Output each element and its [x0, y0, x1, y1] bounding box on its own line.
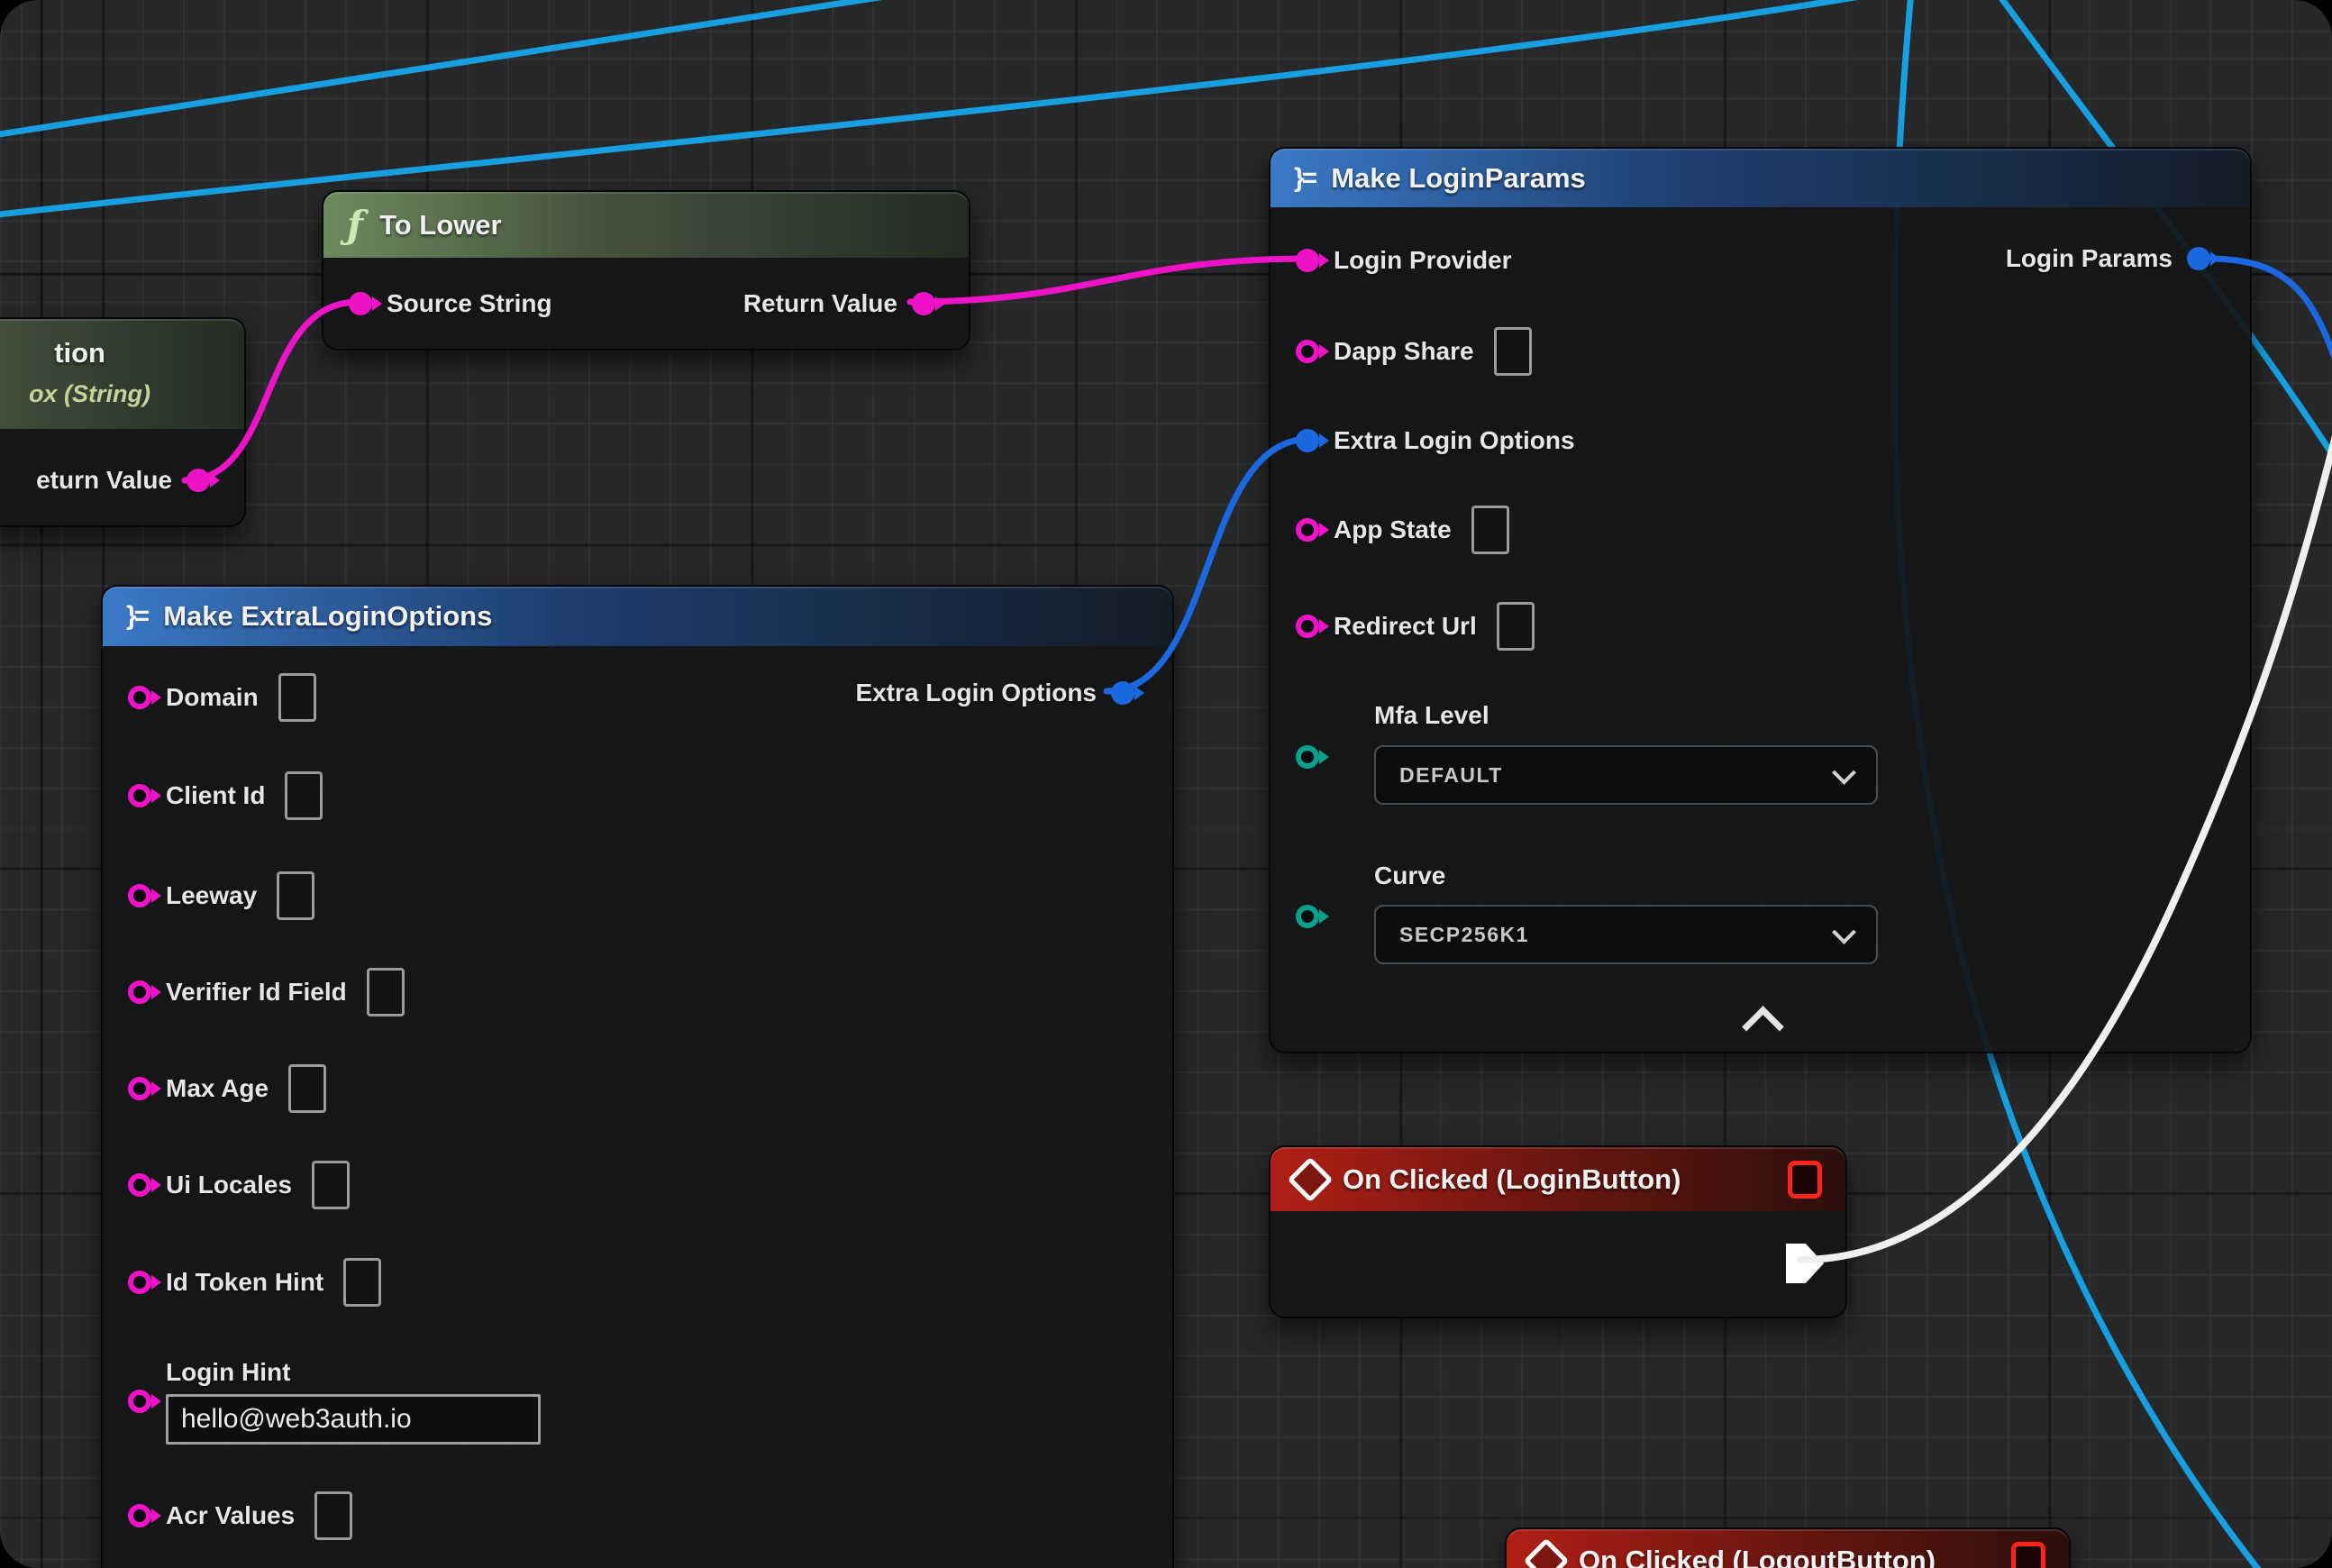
pin-verifier-id-field[interactable]: [128, 980, 151, 1004]
pin-return-value[interactable]: [912, 292, 935, 315]
client-id-value-box[interactable]: [285, 771, 323, 820]
pin-acr-values[interactable]: [128, 1504, 151, 1527]
node-partial-subtitle: ox (String): [29, 380, 150, 408]
node-on-clicked-login-button[interactable]: On Clicked (LoginButton): [1269, 1145, 1847, 1318]
event-icon: [1524, 1538, 1570, 1568]
pin-label-acr-values: Acr Values: [166, 1501, 295, 1530]
pin-client-id[interactable]: [128, 784, 151, 807]
acr-values-value-box[interactable]: [314, 1491, 352, 1540]
pin-label-source-string: Source String: [387, 289, 552, 318]
event-icon: [1288, 1156, 1334, 1202]
pin-label-return-value: Return Value: [743, 289, 897, 318]
pin-source-string[interactable]: [349, 292, 372, 315]
mfa-level-label: Mfa Level: [1374, 701, 1489, 730]
node-make-extra-login-options[interactable]: }= Make ExtraLoginOptions Domain Extra L…: [101, 585, 1174, 1568]
node-on-clicked-logout-title: On Clicked (LogoutButton): [1579, 1545, 1936, 1568]
app-state-value-box[interactable]: [1471, 506, 1509, 554]
pin-label-login-provider: Login Provider: [1334, 246, 1512, 275]
pin-extra-login-options-out[interactable]: [1111, 681, 1134, 705]
curve-dropdown[interactable]: SECP256K1: [1374, 905, 1878, 964]
node-partial-title: tion: [54, 337, 105, 369]
pin-login-provider[interactable]: [1296, 249, 1319, 272]
pin-label-verifier-id-field: Verifier Id Field: [166, 978, 347, 1007]
pin-label-login-hint: Login Hint: [166, 1358, 541, 1387]
node-make-login-params[interactable]: }= Make LoginParams Login Provider Login…: [1269, 147, 2252, 1053]
collapse-node-chevron-up[interactable]: [1742, 1006, 1784, 1048]
curve-value: SECP256K1: [1399, 923, 1529, 947]
pin-extra-login-options-in[interactable]: [1296, 429, 1319, 452]
pin-app-state[interactable]: [1296, 518, 1319, 542]
wire-blue-top-steep[interactable]: [0, 0, 978, 137]
pin-label-extra-login-options-in: Extra Login Options: [1334, 426, 1575, 455]
pin-id-token-hint[interactable]: [128, 1271, 151, 1294]
pin-redirect-url[interactable]: [1296, 615, 1319, 638]
mfa-level-dropdown[interactable]: DEFAULT: [1374, 745, 1878, 805]
pin-mfa-level[interactable]: [1296, 745, 1319, 769]
pin-leeway[interactable]: [128, 884, 151, 907]
node-make-login-params-title: Make LoginParams: [1331, 162, 1586, 195]
max-age-value-box[interactable]: [288, 1064, 326, 1113]
node-partial-left[interactable]: tion ox (String) eturn Value: [0, 317, 246, 527]
pin-dapp-share[interactable]: [1296, 340, 1319, 363]
pin-login-hint[interactable]: [128, 1390, 151, 1413]
leeway-value-box[interactable]: [277, 871, 314, 920]
delegate-output-pin[interactable]: [1788, 1161, 1822, 1199]
pin-label-max-age: Max Age: [166, 1074, 269, 1103]
pin-label-domain: Domain: [166, 683, 259, 712]
pin-label-extra-login-options-out: Extra Login Options: [855, 679, 1097, 707]
node-on-clicked-logout-button[interactable]: On Clicked (LogoutButton): [1505, 1527, 2071, 1568]
blueprint-graph-canvas[interactable]: tion ox (String) eturn Value ƒ To Lower …: [0, 0, 2332, 1568]
redirect-url-value-box[interactable]: [1497, 602, 1535, 651]
pin-return-value-partial[interactable]: [187, 469, 210, 492]
pin-label-login-params-out: Login Params: [2006, 244, 2173, 273]
ui-locales-value-box[interactable]: [312, 1161, 350, 1209]
pure-function-icon: ƒ: [347, 206, 363, 244]
pin-curve[interactable]: [1296, 905, 1319, 928]
delegate-output-pin[interactable]: [2011, 1542, 2045, 1568]
domain-value-box[interactable]: [278, 673, 316, 722]
mfa-level-value: DEFAULT: [1399, 763, 1503, 788]
pin-label-client-id: Client Id: [166, 781, 265, 810]
node-to-lower-title: To Lower: [379, 209, 501, 242]
verifier-id-field-value-box[interactable]: [367, 968, 405, 1016]
make-struct-icon: }=: [1294, 163, 1315, 194]
pin-max-age[interactable]: [128, 1077, 151, 1100]
pin-ui-locales[interactable]: [128, 1173, 151, 1197]
exec-output-pin[interactable]: [1786, 1244, 1824, 1283]
curve-label: Curve: [1374, 861, 1445, 890]
make-struct-icon: }=: [126, 601, 147, 632]
node-to-lower[interactable]: ƒ To Lower Source String Return Value: [322, 190, 970, 351]
pin-domain[interactable]: [128, 686, 151, 709]
chevron-down-icon: [1832, 920, 1856, 944]
pin-login-params-out[interactable]: [2187, 247, 2210, 270]
pin-label-dapp-share: Dapp Share: [1334, 337, 1474, 366]
pin-label-redirect-url: Redirect Url: [1334, 612, 1477, 641]
pin-label-app-state: App State: [1334, 515, 1452, 544]
login-hint-input[interactable]: [166, 1394, 541, 1445]
pin-label-ui-locales: Ui Locales: [166, 1171, 292, 1199]
node-on-clicked-login-title: On Clicked (LoginButton): [1343, 1163, 1681, 1196]
pin-label-id-token-hint: Id Token Hint: [166, 1268, 323, 1297]
id-token-hint-value-box[interactable]: [343, 1258, 381, 1307]
chevron-down-icon: [1832, 761, 1856, 785]
dapp-share-value-box[interactable]: [1494, 327, 1532, 376]
pin-label-leeway: Leeway: [166, 881, 257, 910]
node-make-extra-login-options-title: Make ExtraLoginOptions: [163, 600, 492, 633]
pin-label-return-value-partial: eturn Value: [36, 466, 172, 495]
